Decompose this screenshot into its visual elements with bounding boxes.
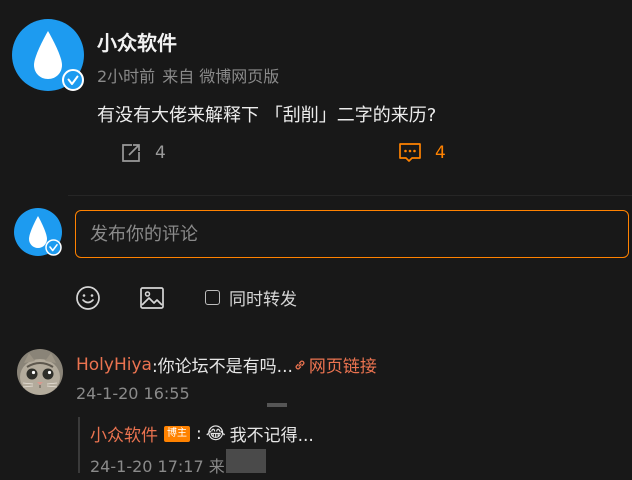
laughing-emoji-icon: 😂 (205, 423, 226, 444)
author-badge: 博主 (164, 425, 190, 442)
web-link-label: 网页链接 (308, 357, 377, 377)
image-icon (140, 287, 164, 309)
reply-time: 24-1-20 17:17 来 (90, 453, 225, 477)
redacted-area (226, 449, 266, 473)
link-icon (295, 360, 305, 369)
repost-checkbox[interactable]: 同时转发 (205, 285, 297, 310)
comment-icon (399, 143, 421, 162)
comment-input[interactable] (75, 210, 629, 258)
post-source: 来自 微博网页版 (162, 67, 280, 86)
reply-time-suffix: 来 (208, 457, 225, 476)
post-meta: 2小时前 来自 微博网页版 (97, 63, 286, 87)
reply-indent-bar (78, 417, 80, 473)
verified-icon (62, 69, 84, 91)
emoji-button[interactable] (75, 285, 101, 315)
verified-icon (45, 239, 62, 256)
comment-content: HolyHiya:你论坛不是有吗... 网页链接 (76, 352, 377, 378)
reply-content: 小众软件 博主: 😂 我不记得... (90, 421, 314, 447)
reply-text: 我不记得... (229, 426, 314, 446)
emoji-icon (76, 286, 100, 310)
post-text: 有没有大佬来解释下 「刮削」二字的来历? (97, 105, 437, 126)
reply-separator: : (196, 423, 202, 444)
post-author-name[interactable]: 小众软件 (97, 27, 177, 56)
commenter-name[interactable]: HolyHiya (76, 355, 152, 375)
share-count: 4 (155, 143, 166, 163)
repost-label: 同时转发 (229, 290, 297, 310)
comment-count: 4 (435, 143, 446, 163)
divider (68, 195, 632, 196)
image-upload-button[interactable] (139, 285, 165, 315)
share-icon (122, 144, 140, 162)
reply-author-name[interactable]: 小众软件 (90, 421, 158, 446)
comment-button[interactable]: 4 (398, 142, 446, 164)
commenter-avatar[interactable] (17, 349, 63, 395)
comment-text: :你论坛不是有吗... (151, 357, 293, 377)
post-time[interactable]: 2小时前 (97, 67, 155, 86)
web-link[interactable]: 网页链接 (293, 352, 377, 377)
comment-time: 24-1-20 16:55 (76, 384, 190, 403)
divider (267, 403, 287, 407)
reply-time-value: 24-1-20 17:17 (90, 457, 204, 476)
checkbox-box[interactable] (205, 290, 220, 305)
share-button[interactable]: 4 (120, 142, 166, 164)
cat-avatar-icon (17, 349, 63, 395)
